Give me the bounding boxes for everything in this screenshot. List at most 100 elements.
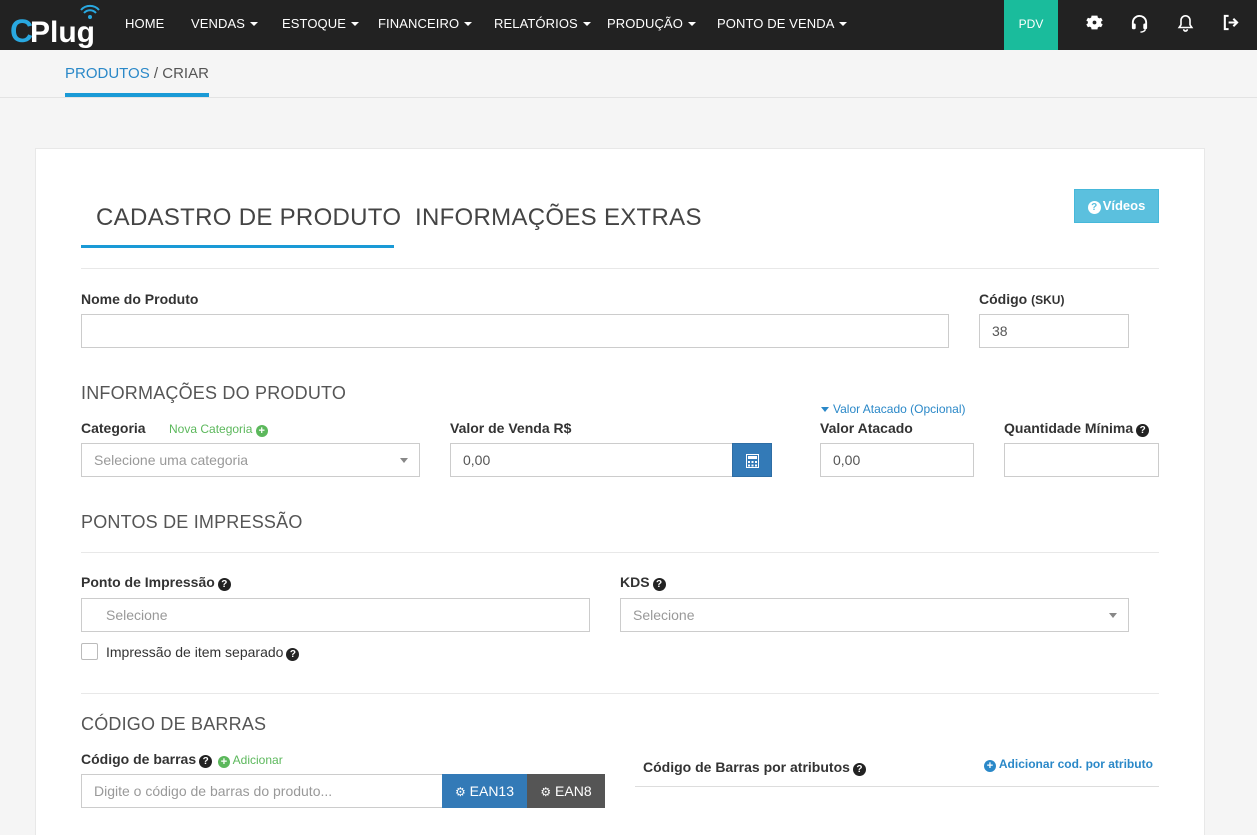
nav-home[interactable]: HOME bbox=[125, 0, 164, 50]
quantidade-minima-input[interactable] bbox=[1004, 443, 1159, 477]
plus-circle-icon: + bbox=[255, 425, 268, 437]
gear-icon[interactable] bbox=[1086, 14, 1106, 34]
section-codigo-barras: CÓDIGO DE BARRAS bbox=[81, 714, 267, 734]
kds-label-text: KDS bbox=[620, 574, 650, 590]
nav-relatorios-label: RELATÓRIOS bbox=[494, 16, 578, 31]
ponto-impressao-label-text: Ponto de Impressão bbox=[81, 574, 215, 590]
breadcrumb-produtos[interactable]: PRODUTOS bbox=[65, 65, 150, 82]
codigo-label-text: Código bbox=[979, 291, 1028, 307]
breadcrumb-separator: / bbox=[149, 65, 163, 82]
ean13-button[interactable]: ⚙ EAN13 bbox=[442, 774, 527, 808]
gear-icon: ⚙ bbox=[454, 785, 466, 799]
codigo-barras-input[interactable]: Digite o código de barras do produto... bbox=[81, 774, 443, 808]
ponto-impressao-label: Ponto de Impressão? bbox=[81, 574, 231, 591]
valor-atacado-toggle[interactable]: Valor Atacado (Opcional) bbox=[821, 402, 966, 416]
codigo-barras-label-text: Código de barras bbox=[81, 751, 197, 767]
plus-circle-icon: + bbox=[984, 760, 996, 772]
nav-estoque-label: ESTOQUE bbox=[282, 16, 347, 31]
pdv-label: PDV bbox=[1018, 17, 1044, 31]
tab-cadastro-de-produto[interactable]: CADASTRO DE PRODUTO bbox=[96, 204, 401, 232]
section-informacoes-produto: INFORMAÇÕES DO PRODUTO bbox=[81, 383, 347, 403]
impressao-item-separado-label: Impressão de item separado? bbox=[106, 644, 300, 661]
question-circle-icon[interactable]: ? bbox=[1136, 424, 1150, 437]
caret-down-icon bbox=[582, 21, 591, 26]
caret-down-icon bbox=[839, 21, 848, 26]
adicionar-cod-atributo-link[interactable]: + Adicionar cod. por atributo bbox=[984, 757, 1153, 772]
logo-mark: C Plug bbox=[10, 4, 100, 49]
chevron-down-icon bbox=[400, 458, 408, 463]
nav-home-label: HOME bbox=[125, 16, 165, 31]
codigo-label: Código (SKU) bbox=[979, 291, 1064, 307]
question-circle-icon[interactable]: ? bbox=[286, 648, 300, 661]
codigo-sku-input[interactable]: 38 bbox=[979, 314, 1129, 348]
nome-produto-input[interactable] bbox=[81, 314, 949, 348]
divider bbox=[81, 693, 1159, 694]
ean8-label: EAN8 bbox=[555, 783, 592, 799]
nav-financeiro[interactable]: FINANCEIRO bbox=[378, 0, 473, 50]
nav-relatorios[interactable]: RELATÓRIOS bbox=[494, 0, 591, 50]
breadcrumb: PRODUTOS / CRIAR bbox=[65, 65, 209, 82]
question-circle-icon[interactable]: ? bbox=[199, 755, 213, 768]
impressao-item-separado-text: Impressão de item separado bbox=[106, 644, 284, 660]
divider bbox=[81, 268, 1159, 269]
valor-atacado-toggle-label: Valor Atacado (Opcional) bbox=[833, 402, 966, 416]
valor-atacado-label: Valor Atacado bbox=[820, 420, 913, 436]
logout-icon[interactable] bbox=[1222, 14, 1242, 34]
nav-estoque[interactable]: ESTOQUE bbox=[282, 0, 360, 50]
bell-icon[interactable] bbox=[1177, 14, 1197, 34]
cplug-logo[interactable]: C Plug bbox=[10, 4, 102, 49]
nav-vendas[interactable]: VENDAS bbox=[191, 0, 259, 50]
valor-atacado-input[interactable]: 0,00 bbox=[820, 443, 974, 477]
chevron-down-icon bbox=[1109, 613, 1117, 618]
divider bbox=[635, 786, 1159, 787]
svg-text:Plug: Plug bbox=[30, 16, 95, 48]
kds-label: KDS? bbox=[620, 574, 666, 591]
nav-ponto-de-venda[interactable]: PONTO DE VENDA bbox=[717, 0, 848, 50]
nova-categoria-link[interactable]: Nova Categoria + bbox=[169, 422, 268, 437]
tab-informacoes-extras[interactable]: INFORMAÇÕES EXTRAS bbox=[415, 204, 702, 232]
section-pontos-impressao: PONTOS DE IMPRESSÃO bbox=[81, 512, 303, 532]
ponto-impressao-select[interactable]: Selecione bbox=[81, 598, 590, 632]
question-circle-icon[interactable]: ? bbox=[217, 578, 231, 591]
tab-active-indicator bbox=[81, 245, 394, 248]
caret-down-icon bbox=[687, 21, 696, 26]
categoria-select[interactable]: Selecione uma categoria bbox=[81, 443, 420, 477]
kds-select[interactable]: Selecione bbox=[620, 598, 1129, 632]
nav-ponto-de-venda-label: PONTO DE VENDA bbox=[717, 16, 835, 31]
adicionar-label: Adicionar bbox=[232, 753, 283, 767]
pdv-button[interactable]: PDV bbox=[1004, 0, 1058, 50]
codigo-sku-suffix: (SKU) bbox=[1031, 293, 1065, 307]
adicionar-cod-atributo-label: Adicionar cod. por atributo bbox=[998, 757, 1153, 771]
codigo-barras-atributos-label: Código de Barras por atributos? bbox=[643, 759, 866, 776]
valor-venda-label: Valor de Venda R$ bbox=[450, 420, 572, 436]
calculator-icon bbox=[746, 454, 759, 468]
impressao-item-separado-checkbox[interactable] bbox=[81, 643, 98, 660]
ean13-label: EAN13 bbox=[469, 783, 514, 799]
videos-button[interactable]: ? Vídeos bbox=[1074, 189, 1159, 223]
divider bbox=[81, 552, 1159, 553]
breadcrumb-active-indicator bbox=[65, 93, 209, 97]
valor-venda-input[interactable]: 0,00 bbox=[450, 443, 733, 477]
headset-icon[interactable] bbox=[1130, 14, 1150, 34]
quantidade-minima-label: Quantidade Mínima? bbox=[1004, 420, 1150, 437]
nova-categoria-label: Nova Categoria bbox=[169, 422, 253, 436]
gear-icon: ⚙ bbox=[540, 785, 552, 799]
breadcrumb-bar: PRODUTOS / CRIAR bbox=[0, 50, 1257, 98]
quantidade-minima-label-text: Quantidade Mínima bbox=[1004, 420, 1134, 436]
codigo-barras-atributos-text: Código de Barras por atributos bbox=[643, 759, 850, 775]
nav-producao[interactable]: PRODUÇÃO bbox=[607, 0, 696, 50]
question-circle-icon[interactable]: ? bbox=[652, 578, 666, 591]
caret-down-icon bbox=[250, 21, 259, 26]
question-circle-icon[interactable]: ? bbox=[852, 763, 866, 776]
categoria-label: Categoria bbox=[81, 420, 146, 436]
nav-producao-label: PRODUÇÃO bbox=[607, 16, 683, 31]
adicionar-codigo-barras-link[interactable]: + Adicionar bbox=[218, 753, 283, 768]
nav-vendas-label: VENDAS bbox=[191, 16, 246, 31]
nome-produto-label: Nome do Produto bbox=[81, 291, 199, 307]
breadcrumb-criar: CRIAR bbox=[162, 65, 209, 82]
plus-circle-icon: + bbox=[218, 756, 230, 768]
ean8-button[interactable]: ⚙ EAN8 bbox=[527, 774, 605, 808]
caret-down-icon bbox=[351, 21, 360, 26]
caret-down-icon bbox=[464, 21, 473, 26]
calculator-button[interactable] bbox=[732, 443, 772, 477]
